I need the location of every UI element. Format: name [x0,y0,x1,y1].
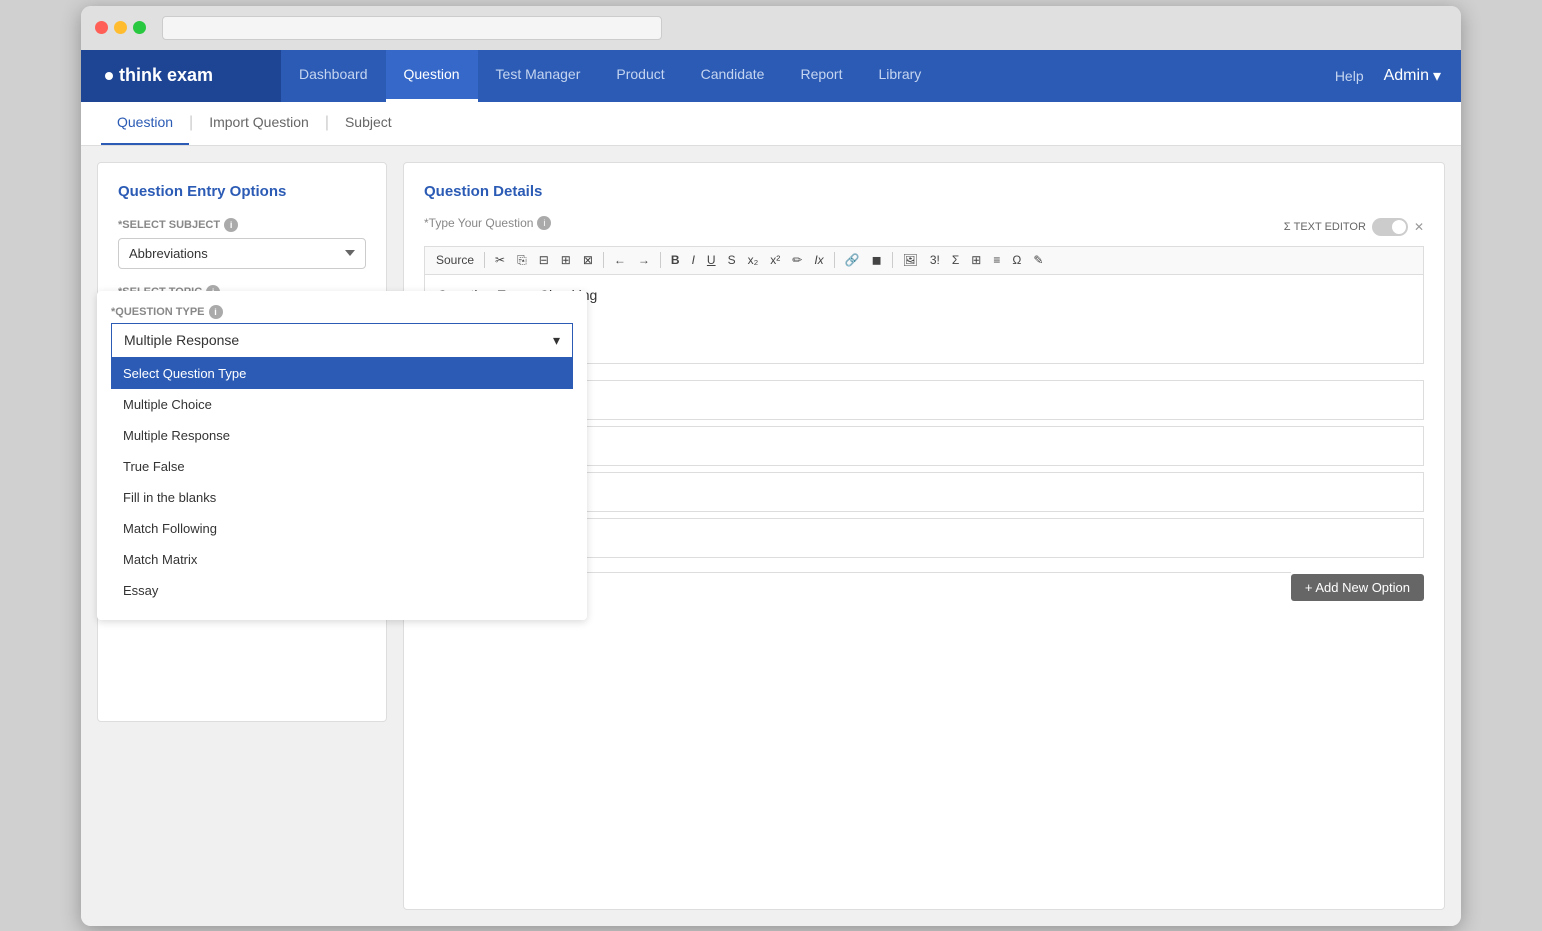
chevron-down-icon: ▾ [553,332,560,349]
toolbar-sep-3 [660,252,661,268]
toolbar-sep-5 [892,252,893,268]
text-editor-toggle: Σ TEXT EDITOR ✕ [1284,218,1424,236]
address-bar[interactable] [162,16,662,40]
nav-item-product[interactable]: Product [598,50,682,102]
toolbar-superscript[interactable]: x² [765,251,785,269]
add-new-option-button[interactable]: + Add New Option [1291,574,1424,601]
toolbar-special-char[interactable]: Ω [1007,251,1026,269]
option-input-4[interactable] [460,518,1424,558]
toolbar-table[interactable]: ⊞ [966,251,986,269]
toolbar-cut[interactable]: ✂ [490,251,510,269]
maximize-button[interactable] [133,21,146,34]
logo: think exam [81,50,281,102]
option-input-2[interactable] [460,426,1424,466]
main-content: Question Entry Options *SELECT SUBJECT i… [81,146,1461,926]
logo-text: think exam [119,65,213,86]
nav-item-dashboard[interactable]: Dashboard [281,50,386,102]
sub-nav: Question | Import Question | Subject [81,102,1461,146]
toolbar-source[interactable]: Source [431,251,479,269]
dropdown-field-label: *QUESTION TYPE i [111,305,573,319]
toolbar-code[interactable]: ✎ [1028,251,1048,269]
dropdown-item-true-false[interactable]: True False [111,451,573,482]
toolbar-copy[interactable]: ⎘ [512,251,532,270]
logo-dot [105,72,113,80]
toolbar-redo[interactable]: → [633,251,655,269]
dropdown-item-match-following[interactable]: Match Following [111,513,573,544]
admin-menu[interactable]: Admin ▾ [1384,66,1441,86]
toolbar-paste2[interactable]: ⊞ [556,251,576,269]
close-icon[interactable]: ✕ [1414,220,1424,234]
right-panel-title: Question Details [424,183,1424,200]
dropdown-item-multiple-response[interactable]: Multiple Response [111,420,573,451]
toolbar-subscript[interactable]: x₂ [743,251,764,269]
toolbar-sep-4 [834,252,835,268]
toggle-knob [1392,220,1406,234]
dropdown-item-match-matrix[interactable]: Match Matrix [111,544,573,575]
select-subject-info-icon[interactable]: i [224,218,238,232]
select-subject-label: *SELECT SUBJECT i [118,218,366,232]
toolbar-sep-2 [603,252,604,268]
dropdown-info-icon[interactable]: i [209,305,223,319]
editor-toolbar: Source ✂ ⎘ ⊟ ⊞ ⊠ ← → B I U S x₂ x² ✏ Ix [424,246,1424,274]
left-panel-title: Question Entry Options [118,183,366,200]
sub-nav-import-question[interactable]: Import Question [193,102,325,145]
toolbar-list[interactable]: ≡ [988,251,1005,269]
toolbar-paste1[interactable]: ⊟ [534,251,554,269]
sub-nav-subject[interactable]: Subject [329,102,408,145]
dropdown-header[interactable]: Multiple Response ▾ [111,323,573,358]
toolbar-sep-1 [484,252,485,268]
nav-item-library[interactable]: Library [860,50,939,102]
dropdown-item-select-question-type[interactable]: Select Question Type [111,358,573,389]
title-bar [81,6,1461,50]
sub-nav-question[interactable]: Question [101,102,189,145]
toolbar-highlight[interactable]: ✏ [787,251,807,269]
dropdown-list: Select Question Type Multiple Choice Mul… [111,358,573,606]
text-editor-switch[interactable] [1372,218,1408,236]
minimize-button[interactable] [114,21,127,34]
toolbar-italic[interactable]: I [687,251,700,269]
dropdown-item-fill-blanks[interactable]: Fill in the blanks [111,482,573,513]
type-question-label: *Type Your Question i [424,216,551,230]
dropdown-item-essay[interactable]: Essay [111,575,573,606]
toolbar-unlink[interactable]: ◼ [867,251,887,269]
toolbar-bold[interactable]: B [666,251,685,269]
toolbar-underline[interactable]: U [702,251,721,269]
toolbar-removeformat[interactable]: Ix [809,251,828,269]
app-window: think exam Dashboard Question Test Manag… [81,6,1461,926]
nav-item-question[interactable]: Question [386,50,478,102]
close-button[interactable] [95,21,108,34]
nav-item-candidate[interactable]: Candidate [683,50,783,102]
toolbar-link[interactable]: 🔗 [840,251,865,269]
select-subject-dropdown[interactable]: Abbreviations [118,238,366,269]
nav-items: Dashboard Question Test Manager Product … [281,50,1315,102]
toolbar-paste3[interactable]: ⊠ [578,251,598,269]
toolbar-strike[interactable]: S [723,251,741,269]
type-question-info-icon[interactable]: i [537,216,551,230]
option-input-1[interactable] [460,380,1424,420]
nav-bar: think exam Dashboard Question Test Manag… [81,50,1461,102]
nav-right: Help Admin ▾ [1315,50,1461,102]
toolbar-undo[interactable]: ← [609,251,631,269]
help-link[interactable]: Help [1335,68,1364,84]
question-type-dropdown-container: *QUESTION TYPE i Multiple Response ▾ Sel… [97,291,587,620]
nav-item-test-manager[interactable]: Test Manager [478,50,599,102]
option-input-3[interactable] [460,472,1424,512]
dropdown-item-multiple-choice[interactable]: Multiple Choice [111,389,573,420]
toolbar-flash[interactable]: 3! [925,251,945,269]
toolbar-image[interactable]: 🖼 [898,251,923,269]
nav-item-report[interactable]: Report [782,50,860,102]
toolbar-formula[interactable]: Σ [947,251,964,269]
